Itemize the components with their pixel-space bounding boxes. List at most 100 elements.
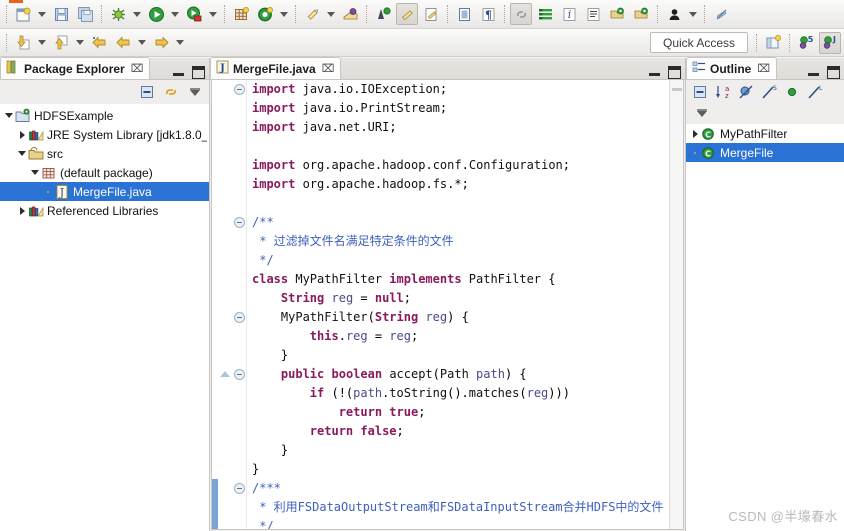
close-icon[interactable]: ⌧ [131, 62, 144, 75]
editor-overview-ruler[interactable] [669, 80, 683, 529]
debug-dropdown-arrow[interactable] [130, 3, 143, 25]
save-icon[interactable] [50, 3, 72, 25]
outline-item[interactable]: C MergeFile [686, 143, 844, 162]
editor-body[interactable]: import java.io.IOException; import java.i… [211, 80, 684, 530]
minimize-button[interactable] [807, 66, 820, 79]
run-dropdown-arrow[interactable] [168, 3, 181, 25]
import-icon[interactable] [12, 32, 34, 54]
code-line: import java.io.IOException; [252, 82, 448, 96]
perspective-java-ee-icon[interactable]: 5 [795, 32, 817, 54]
tree-row[interactable]: HDFSExample [0, 106, 209, 125]
toggle-block-selection-icon[interactable] [453, 3, 475, 25]
maximize-button[interactable] [827, 66, 840, 79]
hide-non-public-icon[interactable] [784, 84, 800, 100]
show-source-quick-icon[interactable] [534, 3, 556, 25]
fold-collapse-icon[interactable] [234, 84, 245, 95]
new-java-package-icon[interactable] [230, 3, 252, 25]
chevron-down-icon[interactable] [16, 144, 28, 163]
project-tree[interactable]: HDFSExample JRE System Library [jdk1.8.0_… [0, 104, 209, 220]
tab-mergefile-java[interactable]: J MergeFile.java ⌧ [210, 57, 342, 79]
maximize-button[interactable] [668, 66, 681, 79]
backward-history-icon[interactable] [112, 32, 134, 54]
show-whitespace-icon[interactable]: ¶ [477, 3, 499, 25]
new-java-class-icon[interactable] [254, 3, 276, 25]
export-icon[interactable] [50, 32, 72, 54]
close-icon[interactable]: ⌧ [757, 62, 770, 75]
tab-outline[interactable]: Outline ⌧ [686, 57, 778, 79]
user-account-icon[interactable] [663, 3, 685, 25]
new-wizard-dropdown-arrow[interactable] [35, 3, 48, 25]
chevron-right-icon[interactable] [689, 124, 701, 143]
hide-static-icon[interactable]: S [761, 84, 777, 100]
link-with-editor-icon[interactable] [510, 3, 532, 25]
open-type-icon[interactable] [301, 3, 323, 25]
code-line: /*** [252, 481, 281, 495]
tree-row[interactable]: src [0, 144, 209, 163]
user-account-dropdown-arrow[interactable] [686, 3, 699, 25]
debug-icon[interactable] [107, 3, 129, 25]
tree-row[interactable]: Referenced Libraries [0, 201, 209, 220]
open-perspective-icon[interactable] [762, 32, 784, 54]
tree-row[interactable]: (default package) [0, 163, 209, 182]
fold-collapse-icon[interactable] [234, 483, 245, 494]
tree-row[interactable]: JRE System Library [jdk1.8.0_ [0, 125, 209, 144]
new-java-class-dropdown-arrow[interactable] [277, 3, 290, 25]
new-wizard-icon[interactable] [12, 3, 34, 25]
chevron-right-icon[interactable] [16, 201, 28, 220]
outline-view-buttons [807, 66, 844, 79]
outline-item[interactable]: C MyPathFilter [686, 124, 844, 143]
outline-tree[interactable]: C MyPathFilter C MergeFile [686, 124, 844, 162]
toggle-word-wrap-icon[interactable] [582, 3, 604, 25]
link-with-editor-icon[interactable] [163, 84, 179, 100]
view-menu-icon[interactable] [187, 84, 203, 100]
import-dropdown-arrow[interactable] [35, 32, 48, 54]
minimize-button[interactable] [648, 66, 661, 79]
new-java-project-icon[interactable] [606, 3, 628, 25]
hide-local-types-icon[interactable]: L [807, 84, 823, 100]
forward-history-icon[interactable] [150, 32, 172, 54]
close-icon[interactable]: ⌧ [322, 62, 335, 75]
search-icon[interactable] [339, 3, 361, 25]
chevron-down-icon[interactable] [3, 106, 15, 125]
new-java-ee-project-icon[interactable] [630, 3, 652, 25]
editor-annotation-ruler[interactable] [218, 80, 232, 529]
chevron-down-icon[interactable] [29, 163, 41, 182]
save-all-icon[interactable] [74, 3, 96, 25]
code-line: import org.apache.hadoop.conf.Configurat… [252, 158, 570, 172]
tree-row[interactable]: J MergeFile.java [0, 182, 209, 201]
sort-icon[interactable]: a z [715, 84, 731, 100]
chevron-right-icon[interactable] [16, 125, 28, 144]
back-to-icon[interactable] [88, 32, 110, 54]
export-dropdown-arrow[interactable] [73, 32, 86, 54]
next-annotation-icon[interactable] [372, 3, 394, 25]
previous-annotation-icon[interactable] [396, 3, 418, 25]
hide-fields-icon[interactable] [738, 84, 754, 100]
forward-history-dropdown-arrow[interactable] [173, 32, 186, 54]
fold-collapse-icon[interactable] [234, 369, 245, 380]
minimize-button[interactable] [172, 66, 185, 79]
outline-view: Outline ⌧ a z S L C MyPathFilter C Merge… [686, 57, 844, 531]
tree-leaf-dot-icon [689, 143, 701, 162]
fold-collapse-icon[interactable] [234, 312, 245, 323]
tab-package-explorer[interactable]: Package Explorer ⌧ [0, 57, 151, 79]
override-indicator-icon[interactable] [220, 371, 230, 377]
backward-history-dropdown-arrow[interactable] [135, 32, 148, 54]
last-edit-location-icon[interactable] [420, 3, 442, 25]
collapse-all-icon[interactable] [139, 84, 155, 100]
quick-access-input[interactable]: Quick Access [650, 32, 748, 53]
maximize-button[interactable] [192, 66, 205, 79]
toggle-mark-occurrences-icon[interactable]: i [558, 3, 580, 25]
svg-text:S: S [773, 85, 777, 92]
perspective-java-icon[interactable]: J [819, 31, 841, 54]
external-tools-dropdown-arrow[interactable] [206, 3, 219, 25]
run-icon[interactable] [145, 3, 167, 25]
open-type-dropdown-arrow[interactable] [324, 3, 337, 25]
view-menu-icon[interactable] [694, 106, 710, 122]
collapse-all-icon[interactable] [692, 84, 708, 100]
skip-breakpoints-icon[interactable] [710, 3, 732, 25]
overview-ruler-mark[interactable] [672, 88, 682, 91]
source-code-text[interactable]: import java.io.IOException; import java.i… [247, 80, 669, 529]
editor-folding-ruler[interactable] [232, 80, 247, 529]
run-external-tools-icon[interactable] [183, 3, 205, 25]
fold-collapse-icon[interactable] [234, 217, 245, 228]
